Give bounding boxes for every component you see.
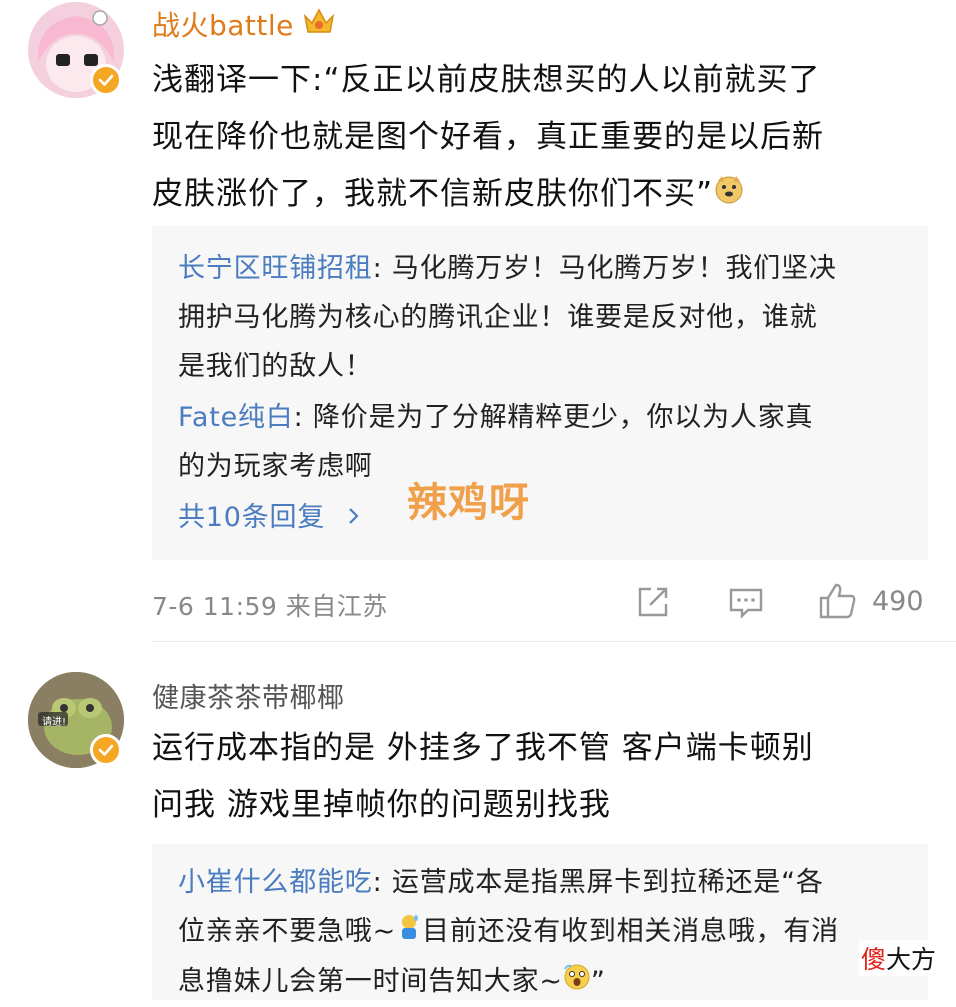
comment-timestamp: 7-6 11:59 来自江苏 — [152, 592, 388, 621]
comment-divider — [152, 641, 956, 642]
verified-badge-icon — [90, 64, 122, 96]
replies-box: 小崔什么都能吃: 运营成本是指黑屏卡到拉稀还是“各 位亲亲不要急哦~ 目前还没有… — [152, 844, 928, 1000]
reply-item[interactable]: 小崔什么都能吃: 运营成本是指黑屏卡到拉稀还是“各 位亲亲不要急哦~ 目前还没有… — [178, 858, 918, 1007]
thumbs-up-icon — [819, 583, 856, 619]
comment-button[interactable] — [728, 586, 764, 620]
overlay-caption: 辣鸡呀 — [407, 480, 530, 526]
reply-item[interactable]: Fate纯白: 降价是为了分解精粹更少，你以为人家真 的为玩家考虑啊 — [178, 393, 918, 491]
comment-body: 浅翻译一下:“反正以前皮肤想买的人以前就买了 现在降价也就是图个好看，真正重要的… — [152, 52, 942, 224]
watermark: 傻大方 — [858, 940, 938, 976]
comment-icon — [729, 588, 763, 619]
verified-badge-icon — [90, 734, 122, 766]
sweating-emoji-icon — [396, 908, 422, 957]
comment-line: 问我 游戏里掉帧你的问题别找我 — [152, 787, 611, 823]
replies-box: 长宁区旺铺招租: 马化腾万岁！马化腾万岁！我们坚决 拥护马化腾为核心的腾讯企业！… — [152, 226, 928, 560]
like-button[interactable]: 490 — [818, 582, 924, 620]
reply-username[interactable]: Fate纯白 — [178, 402, 294, 433]
chevron-right-icon — [347, 502, 361, 533]
like-count: 490 — [872, 585, 924, 617]
comment-username[interactable]: 战火battle — [152, 4, 336, 44]
crown-vip-icon — [302, 6, 336, 43]
comment-body: 运行成本指的是 外挂多了我不管 客户端卡顿别 问我 游戏里掉帧你的问题别找我 — [152, 720, 942, 834]
reply-username[interactable]: 长宁区旺铺招租 — [178, 253, 373, 284]
comment-username[interactable]: 健康茶茶带椰椰 — [152, 676, 345, 715]
doge-emoji-icon — [713, 167, 745, 224]
more-replies-link[interactable]: 共10条回复 — [178, 493, 918, 542]
share-icon — [638, 587, 668, 617]
comment-line: 运行成本指的是 外挂多了我不管 客户端卡顿别 — [152, 730, 814, 766]
username-text[interactable]: 战火battle — [152, 4, 294, 44]
avatar-text: 请进! — [42, 717, 67, 728]
comment-line: 现在降价也就是图个好看，真正重要的是以后新 — [152, 119, 824, 155]
reply-item[interactable]: 长宁区旺铺招租: 马化腾万岁！马化腾万岁！我们坚决 拥护马化腾为核心的腾讯企业！… — [178, 244, 918, 391]
comment-line: 皮肤涨价了，我就不信新皮肤你们不买” — [152, 166, 942, 224]
share-button[interactable] — [636, 585, 670, 619]
reply-username[interactable]: 小崔什么都能吃 — [178, 867, 373, 898]
comment-line: 浅翻译一下:“反正以前皮肤想买的人以前就买了 — [152, 62, 821, 98]
